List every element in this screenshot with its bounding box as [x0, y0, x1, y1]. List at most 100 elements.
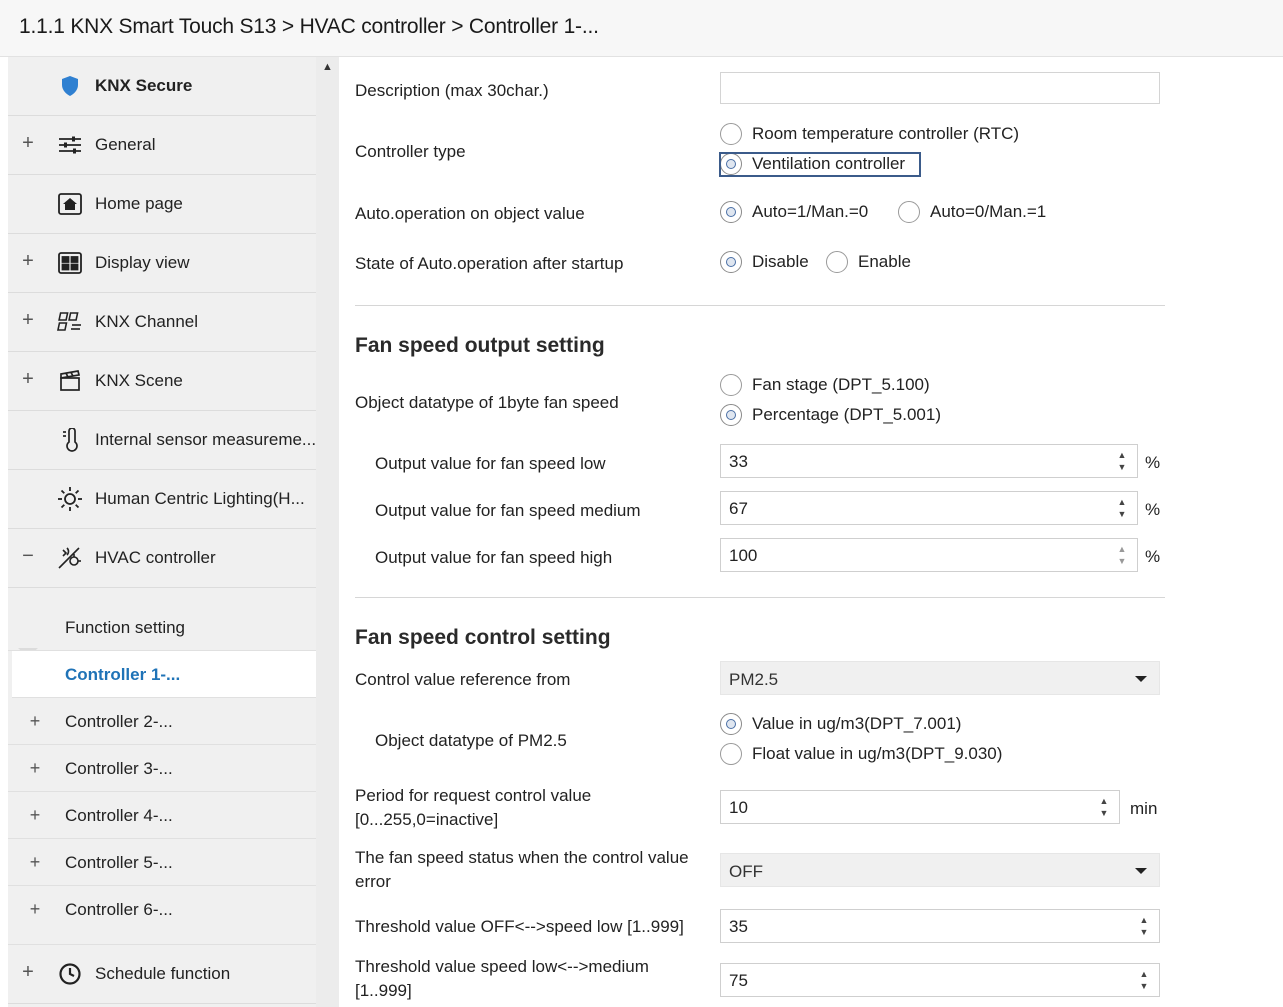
radio-button[interactable]: [826, 251, 848, 273]
sidebar-subitem-label: Controller 4-...: [65, 806, 173, 825]
expand-icon[interactable]: +: [28, 899, 42, 920]
grid-icon: [57, 250, 83, 276]
sidebar-item-display-view[interactable]: + Display view: [8, 234, 316, 293]
sidebar-item-label: Schedule function: [95, 964, 231, 983]
channel-icon: [57, 309, 83, 335]
period-label: Period for request control value [0...25…: [355, 786, 592, 829]
out-high-spinbox[interactable]: 100 ▲ ▼: [720, 538, 1138, 572]
unit-label: %: [1145, 453, 1161, 472]
radio-button[interactable]: [720, 123, 742, 145]
controller-type-label: Controller type: [355, 142, 466, 161]
dropdown-arrow-icon[interactable]: [1135, 868, 1147, 874]
sidebar-subitem-controller-2[interactable]: + Controller 2-...: [8, 698, 316, 745]
scroll-up-icon[interactable]: ▲: [322, 61, 333, 73]
divider: [355, 597, 1165, 598]
description-input[interactable]: [720, 72, 1160, 104]
radio-auto0-man1[interactable]: Auto=0/Man.=1: [898, 201, 1046, 223]
radio-button-selected[interactable]: [720, 251, 742, 273]
out-low-spinbox[interactable]: 33 ▲ ▼: [720, 444, 1138, 478]
collapse-icon[interactable]: −: [21, 546, 35, 566]
radio-button[interactable]: [720, 743, 742, 765]
out-medium-spinbox[interactable]: 67 ▲ ▼: [720, 491, 1138, 525]
thr-low-med-label: Threshold value speed low<-->medium [1..…: [355, 957, 649, 1000]
spin-arrows-icon[interactable]: ▲ ▼: [1099, 795, 1109, 819]
out-low-label: Output value for fan speed low: [375, 454, 606, 473]
expand-icon[interactable]: +: [21, 310, 35, 330]
expand-icon[interactable]: +: [28, 852, 42, 873]
radio-enable[interactable]: Enable: [826, 251, 911, 273]
pm-datatype-label: Object datatype of PM2.5: [375, 731, 567, 750]
sidebar-item-label: KNX Secure: [95, 76, 193, 95]
radio-button[interactable]: [720, 374, 742, 396]
radio-button-selected[interactable]: [720, 404, 742, 426]
radio-disable[interactable]: Disable: [720, 251, 809, 273]
shield-icon: [57, 73, 83, 99]
expand-icon[interactable]: +: [21, 962, 35, 982]
sidebar-subitem-controller-6[interactable]: + Controller 6-...: [8, 886, 316, 945]
unit-label: min: [1130, 799, 1158, 818]
unit-label: %: [1145, 500, 1161, 519]
expand-icon[interactable]: +: [21, 369, 35, 389]
radio-auto1-man0[interactable]: Auto=1/Man.=0: [720, 201, 868, 223]
radio-value-ugm3[interactable]: Value in ug/m3(DPT_7.001): [720, 713, 961, 735]
sidebar-item-label: Home page: [95, 194, 183, 213]
sidebar-subitem-controller-1[interactable]: Controller 1-...: [12, 651, 316, 698]
sidebar-subitem-label: Controller 6-...: [65, 900, 173, 919]
period-spinbox[interactable]: 10 ▲ ▼: [720, 790, 1120, 824]
sun-icon: [57, 486, 83, 512]
radio-button[interactable]: [898, 201, 920, 223]
description-label: Description (max 30char.): [355, 81, 549, 100]
sidebar-subitem-controller-5[interactable]: + Controller 5-...: [8, 839, 316, 886]
sidebar-item-label: KNX Scene: [95, 371, 183, 390]
datatype-1byte-label: Object datatype of 1byte fan speed: [355, 393, 619, 412]
sidebar-scrollbar[interactable]: ▲: [316, 57, 339, 1007]
sidebar-item-home-page[interactable]: Home page: [8, 175, 316, 234]
thr-off-low-spinbox[interactable]: 35 ▲ ▼: [720, 909, 1160, 943]
sidebar-item-schedule-function[interactable]: + Schedule function: [8, 945, 316, 1004]
sidebar-item-label: KNX Channel: [95, 312, 199, 331]
expand-icon[interactable]: +: [28, 805, 42, 826]
sidebar: KNX Secure + General Home page + Display…: [8, 57, 316, 1007]
section-title-control: Fan speed control setting: [355, 626, 611, 649]
radio-float-ugm3[interactable]: Float value in ug/m3(DPT_9.030): [720, 743, 1002, 765]
radio-button-selected[interactable]: [720, 201, 742, 223]
sidebar-subitem-controller-4[interactable]: + Controller 4-...: [8, 792, 316, 839]
spin-arrows-icon[interactable]: ▲ ▼: [1117, 496, 1127, 520]
spin-arrows-icon[interactable]: ▲ ▼: [1139, 968, 1149, 992]
spin-arrows-icon[interactable]: ▲ ▼: [1117, 543, 1127, 567]
ref-from-dropdown[interactable]: PM2.5: [720, 661, 1160, 695]
expand-icon[interactable]: +: [21, 251, 35, 271]
sidebar-item-hvac-controller[interactable]: − HVAC controller: [8, 529, 316, 588]
sidebar-item-human-centric-lighting[interactable]: Human Centric Lighting(H...: [8, 470, 316, 529]
parameter-panel: Description (max 30char.) Controller typ…: [339, 57, 1283, 1007]
spin-arrows-icon[interactable]: ▲ ▼: [1117, 449, 1127, 473]
hvac-icon: [57, 545, 83, 571]
clapperboard-icon: [57, 368, 83, 394]
sidebar-item-knx-channel[interactable]: + KNX Channel: [8, 293, 316, 352]
radio-button-selected[interactable]: [720, 713, 742, 735]
radio-percentage[interactable]: Percentage (DPT_5.001): [720, 404, 941, 426]
radio-rtc[interactable]: Room temperature controller (RTC): [720, 123, 1019, 145]
sidebar-subitem-function-setting[interactable]: Function setting: [8, 604, 316, 651]
out-high-label: Output value for fan speed high: [375, 548, 613, 567]
sidebar-subitem-controller-3[interactable]: + Controller 3-...: [8, 745, 316, 792]
out-medium-label: Output value for fan speed medium: [375, 501, 641, 520]
title-bar: 1.1.1 KNX Smart Touch S13 > HVAC control…: [0, 0, 1283, 57]
expand-icon[interactable]: +: [28, 758, 42, 779]
unit-label: %: [1145, 547, 1161, 566]
spin-arrows-icon[interactable]: ▲ ▼: [1139, 914, 1149, 938]
breadcrumb: 1.1.1 KNX Smart Touch S13 > HVAC control…: [19, 15, 599, 38]
sidebar-item-internal-sensor[interactable]: Internal sensor measureme...: [8, 411, 316, 470]
thr-low-med-spinbox[interactable]: 75 ▲ ▼: [720, 963, 1160, 997]
sidebar-item-knx-scene[interactable]: + KNX Scene: [8, 352, 316, 411]
dropdown-arrow-icon[interactable]: [1135, 676, 1147, 682]
sidebar-item-knx-secure[interactable]: KNX Secure: [8, 57, 316, 116]
expand-icon[interactable]: +: [28, 711, 42, 732]
home-icon: [57, 191, 83, 217]
sidebar-item-general[interactable]: + General: [8, 116, 316, 175]
expand-icon[interactable]: +: [21, 133, 35, 153]
sidebar-item-label: Internal sensor measureme...: [95, 430, 315, 449]
sidebar-subitem-label: Controller 3-...: [65, 759, 173, 778]
error-status-dropdown[interactable]: OFF: [720, 853, 1160, 887]
radio-fan-stage[interactable]: Fan stage (DPT_5.100): [720, 374, 930, 396]
